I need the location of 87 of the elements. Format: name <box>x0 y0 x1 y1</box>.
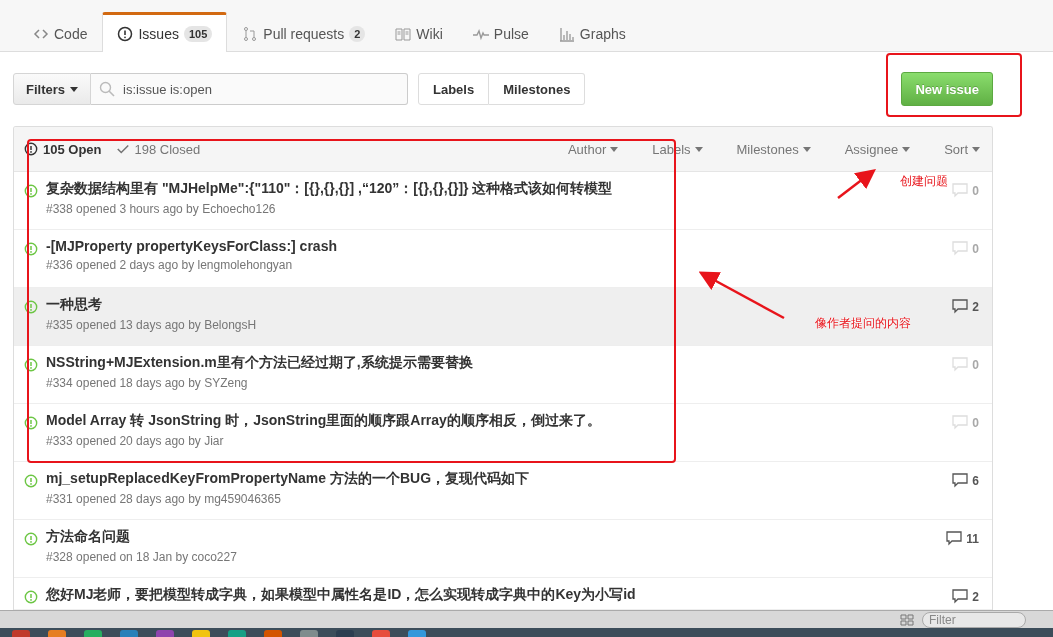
caret-icon <box>902 146 911 152</box>
dock-icon[interactable] <box>192 630 210 637</box>
comment-icon <box>946 531 963 546</box>
nav-tab[interactable]: Issues 105 <box>102 12 228 52</box>
comment-count[interactable]: 11 <box>946 531 979 546</box>
check-icon <box>115 142 130 156</box>
issue-meta: #338 opened 3 hours ago by Echoecho126 <box>46 202 276 216</box>
tab-label: Code <box>54 26 88 42</box>
filter-button[interactable]: Labels <box>418 73 490 105</box>
open-issue-icon <box>24 416 38 430</box>
open-issue-icon <box>24 474 38 488</box>
nav-tab[interactable]: Code <box>18 13 103 52</box>
issue-title[interactable]: NSString+MJExtension.m里有个方法已经过期了,系统提示需要替换 <box>46 354 473 372</box>
graph-icon <box>558 26 575 42</box>
arrow <box>837 168 876 199</box>
issue-title[interactable]: Model Array 转 JsonString 时，JsonString里面的顺序跟Array的顺序相反，倒过来了。 <box>46 412 601 430</box>
open-issue-icon <box>24 532 38 546</box>
comment-icon <box>952 589 969 604</box>
dock-icon[interactable] <box>12 630 30 637</box>
search-icon <box>99 81 115 97</box>
count-badge: 105 <box>183 25 213 42</box>
pull-request-icon <box>242 26 259 42</box>
filter-menu[interactable]: Assignee <box>832 141 923 157</box>
dock-icon[interactable] <box>120 630 138 637</box>
issue-meta: #328 opened on 18 Jan by coco227 <box>46 550 237 564</box>
search-field[interactable]: is:issue is:open <box>91 73 408 105</box>
comment-count[interactable]: 6 <box>952 473 979 488</box>
comment-count[interactable]: 2 <box>952 589 979 604</box>
state-filter[interactable]: 198 Closed <box>115 141 201 157</box>
open-issue-icon <box>24 300 38 314</box>
issue-title[interactable]: 一种思考 <box>46 296 102 314</box>
tab-label: Pulse <box>493 26 529 42</box>
issue-title[interactable]: -[MJProperty propertyKeysForClass:] crash <box>46 238 337 254</box>
open-issue-icon <box>24 590 38 604</box>
grid-icon <box>900 613 914 626</box>
comment-icon <box>952 415 969 430</box>
open-issue-icon <box>24 242 38 256</box>
tab-label: Graphs <box>579 26 626 42</box>
caret-icon <box>694 146 703 152</box>
issue-icon <box>117 25 134 42</box>
filters-button[interactable]: Filters <box>13 73 91 105</box>
tab-label: Wiki <box>416 26 443 42</box>
nav-tab[interactable]: Wiki <box>380 13 458 52</box>
annotation-text: 像作者提问的内容 <box>815 315 911 332</box>
tab-label: Issues <box>138 25 179 42</box>
nav-tab[interactable]: Pulse <box>457 13 544 52</box>
comment-count[interactable]: 2 <box>952 299 979 314</box>
caret-icon <box>70 86 78 92</box>
open-issue-icon <box>24 184 38 198</box>
filter-menu[interactable]: Milestones <box>724 141 823 157</box>
comment-icon <box>952 357 969 372</box>
issue-meta: #336 opened 2 days ago by lengmolehongyan <box>46 258 293 272</box>
tab-label: Pull requests <box>263 26 345 42</box>
issue-title[interactable]: 您好MJ老师，要把模型转成字典，如果模型中属性名是ID，怎么实现转成字典中的Key为小写id <box>46 586 636 604</box>
nav-tab[interactable]: Graphs <box>543 13 641 52</box>
issue-meta: #334 opened 18 days ago by SYZeng <box>46 376 248 390</box>
open-issue-icon <box>24 358 38 372</box>
dock-icon[interactable] <box>84 630 102 637</box>
count-badge: 2 <box>349 26 366 42</box>
issue-title[interactable]: 方法命名问题 <box>46 528 130 546</box>
dock-icon[interactable] <box>264 630 282 637</box>
issue-title[interactable]: mj_setupReplacedKeyFromPropertyName 方法的一个BUG，复现代码如下 <box>46 470 530 488</box>
dock-icon[interactable] <box>372 630 390 637</box>
dock-icon[interactable] <box>408 630 426 637</box>
annotation-text: 创建问题 <box>900 173 948 190</box>
issue-meta: #335 opened 13 days ago by BelongsH <box>46 318 257 332</box>
nav-tab[interactable]: Pull requests 2 <box>227 13 381 52</box>
dock-icon[interactable] <box>228 630 246 637</box>
issue-icon <box>24 142 38 156</box>
dock-icon[interactable] <box>156 630 174 637</box>
filter-menu[interactable]: Author <box>555 141 631 157</box>
comment-icon <box>952 473 969 488</box>
issue-title[interactable]: 复杂数据结构里有 "MJHelpMe":{"110"：[{},{},{}] ,“120”：[{},{},{}]} 这种格式该如何转模型 <box>46 180 613 198</box>
book-icon <box>395 26 412 42</box>
dock-icon[interactable] <box>48 630 66 637</box>
comment-icon <box>952 299 969 314</box>
issue-meta: #331 opened 28 days ago by mg459046365 <box>46 492 281 506</box>
caret-icon <box>972 146 980 152</box>
caret-icon <box>802 146 811 152</box>
issue-meta: #333 opened 20 days ago by Jiar <box>46 434 224 448</box>
filter-button[interactable]: Milestones <box>489 73 586 105</box>
filter-menu[interactable]: Sort <box>932 141 992 157</box>
comment-icon <box>952 183 969 198</box>
comment-icon <box>952 241 969 256</box>
caret-icon <box>610 146 619 152</box>
state-filter[interactable]: 105 Open <box>24 141 102 157</box>
dock-icon[interactable] <box>300 630 318 637</box>
